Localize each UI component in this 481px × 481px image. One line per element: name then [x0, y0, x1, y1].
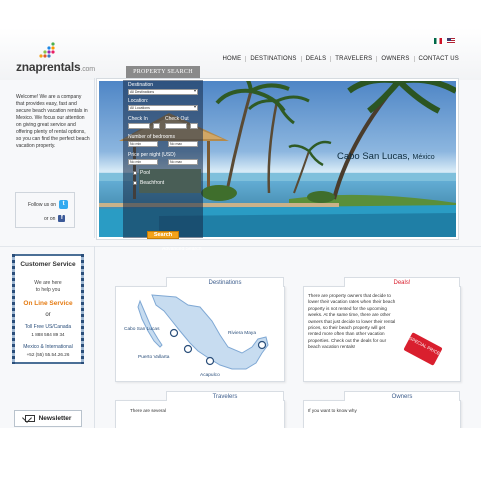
language-switcher: [434, 38, 455, 44]
property-search-tab: PROPERTY SEARCH: [126, 66, 200, 78]
location-select[interactable]: All Locations: [128, 105, 198, 111]
online-service-link[interactable]: On Line Service: [14, 300, 82, 307]
site-logo[interactable]: znaprentals.com: [16, 42, 96, 76]
pool-checkbox[interactable]: [133, 171, 137, 175]
location-label: Location:: [128, 98, 149, 104]
site-header: znaprentals.com HOME DESTINATIONS DEALS …: [0, 28, 481, 80]
beachfront-checkbox[interactable]: [133, 181, 137, 185]
checkin-label: Check In: [128, 116, 148, 122]
mexico-map-illustration: [137, 294, 269, 370]
twitter-icon[interactable]: t: [59, 200, 69, 209]
nav-deals[interactable]: DEALS: [300, 56, 331, 62]
nav-travelers[interactable]: TRAVELERS: [330, 56, 376, 62]
beachfront-label: Beachfront: [140, 180, 165, 186]
destination-select[interactable]: All Destinations: [128, 89, 198, 95]
intl-number[interactable]: +52 (55) 55.54.26.26: [14, 352, 82, 357]
follow-twitter-row: Follow us on t: [28, 200, 69, 209]
deals-card[interactable]: Deals! There are property owners that de…: [303, 277, 461, 382]
checkin-calendar-icon[interactable]: [153, 123, 160, 129]
price-max-select[interactable]: No max: [168, 159, 198, 165]
nav-owners[interactable]: OWNERS: [376, 56, 413, 62]
bedrooms-label: Number of bedrooms: [128, 134, 175, 140]
facebook-icon[interactable]: f: [58, 215, 66, 222]
checkout-input[interactable]: [165, 123, 187, 129]
deals-title: Deals!: [344, 277, 460, 287]
travelers-text: There are several: [130, 408, 167, 413]
nav-contact-us[interactable]: CONTACT US: [413, 56, 463, 62]
website: znaprentals.com HOME DESTINATIONS DEALS …: [0, 28, 481, 428]
bedrooms-max-select[interactable]: No max: [168, 141, 198, 147]
travelers-card[interactable]: Travelers There are several: [115, 391, 285, 428]
property-search-panel: Destination All Destinations Location: A…: [123, 80, 203, 238]
cs-line-2: to help you: [35, 287, 61, 293]
destination-label: Destination: [128, 82, 154, 88]
pool-label: Pool: [140, 170, 151, 176]
search-button[interactable]: Search: [147, 231, 179, 239]
map-label-cabo[interactable]: Cabo San Lucas: [124, 327, 159, 332]
customer-service-box[interactable]: Customer Service We are here to help you…: [12, 254, 84, 364]
cs-or: or: [45, 312, 51, 318]
social-follow-box: Follow us on t or on f: [15, 192, 75, 228]
envelope-icon: [24, 415, 35, 422]
price-label: Price per night (USD): [128, 152, 176, 158]
hero-caption-country: México: [412, 154, 435, 161]
welcome-text: Welcome! We are a company that provides …: [16, 94, 90, 149]
destinations-card[interactable]: Destinations Cabo San Lucas Puerto Valla…: [115, 277, 285, 382]
map-label-puerto-vallarta[interactable]: Puerto Vallarta: [138, 355, 169, 360]
nav-destinations[interactable]: DESTINATIONS: [245, 56, 300, 62]
main-nav: HOME DESTINATIONS DEALS TRAVELERS OWNERS…: [219, 56, 464, 62]
checkout-label: Check Out: [165, 116, 189, 122]
logo-dots-icon: [39, 42, 55, 58]
travelers-title: Travelers: [166, 391, 284, 401]
hero-caption: Cabo San Lucas, México: [337, 151, 435, 162]
checkin-input[interactable]: [128, 123, 150, 129]
special-price-tag: SPECIAL PRICE: [403, 332, 443, 366]
map-label-riviera-maya[interactable]: Riviera Maya: [228, 331, 256, 336]
checkout-calendar-icon[interactable]: [190, 123, 198, 129]
customer-service-title: Customer Service: [20, 261, 76, 268]
tollfree-number[interactable]: 1 888 584 89 34: [14, 332, 82, 337]
owners-title: Owners: [344, 391, 460, 401]
nav-home[interactable]: HOME: [219, 56, 246, 62]
us-flag-icon[interactable]: [447, 38, 455, 44]
owners-text: If you want to know why: [308, 408, 357, 413]
hero-caption-city: Cabo San Lucas,: [337, 151, 410, 162]
owners-card[interactable]: Owners If you want to know why: [303, 391, 461, 428]
cs-line-1: We are here: [34, 280, 62, 286]
newsletter-label: Newsletter: [38, 415, 72, 422]
tollfree-label: Toll Free US/Canada: [24, 324, 72, 330]
logo-wordmark: znaprentals.com: [16, 60, 95, 74]
mexico-flag-icon[interactable]: [434, 38, 442, 44]
newsletter-button[interactable]: Newsletter: [14, 410, 82, 427]
destinations-title: Destinations: [166, 277, 284, 287]
price-min-select[interactable]: No min: [128, 159, 158, 165]
map-label-acapulco[interactable]: Acapulco: [200, 373, 220, 378]
follow-or-label: or on: [44, 215, 56, 222]
follow-facebook-row: or on f: [44, 215, 66, 222]
bedrooms-min-select[interactable]: No min: [128, 141, 158, 147]
deals-text: There are property owners that decide to…: [308, 293, 396, 350]
intl-label: Mexico & International: [23, 344, 73, 350]
follow-label: Follow us on: [28, 201, 57, 208]
